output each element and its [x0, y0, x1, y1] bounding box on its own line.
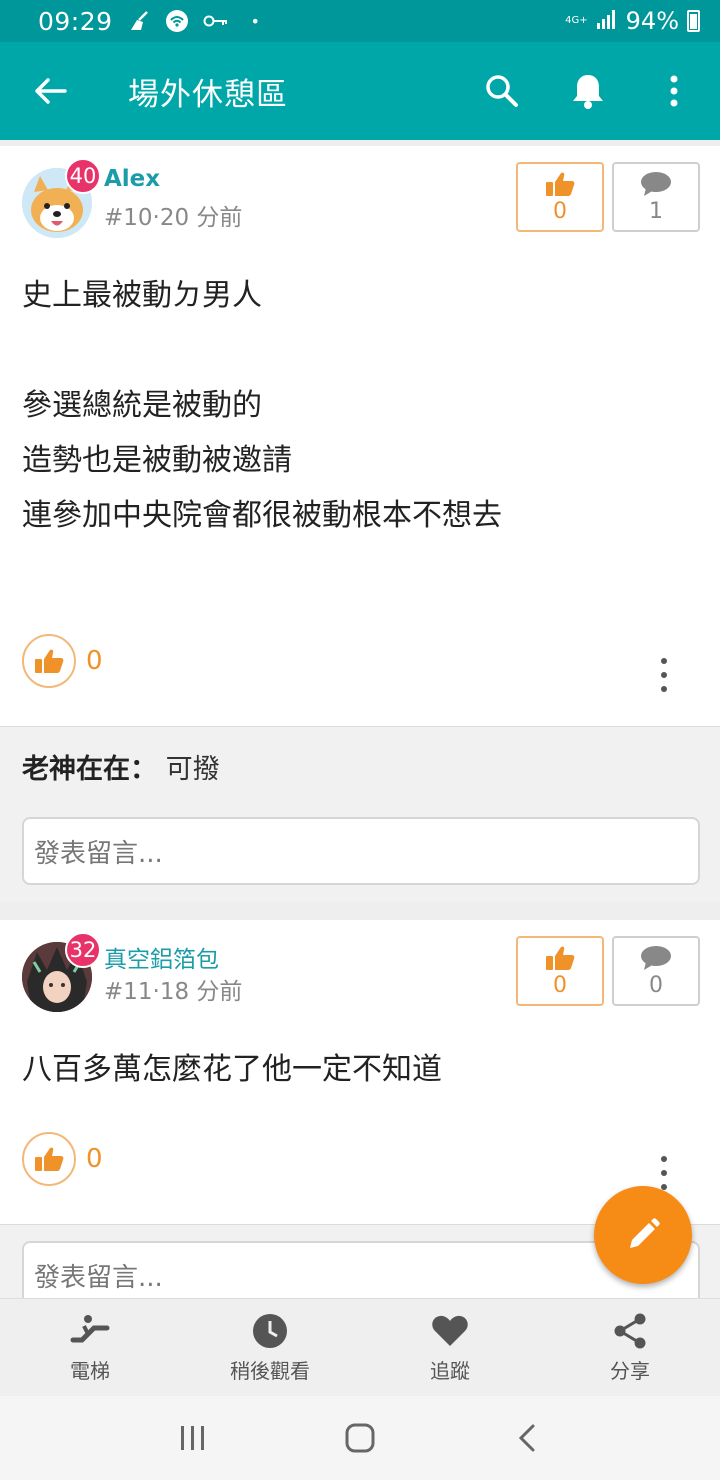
thumb-up-icon	[546, 946, 575, 970]
app-bar: 場外休憩區	[0, 42, 720, 140]
network-type: 4G+	[565, 15, 588, 26]
more-vert-icon[interactable]	[652, 1156, 676, 1190]
recent-apps-icon[interactable]	[163, 1408, 223, 1468]
search-icon[interactable]	[474, 63, 530, 119]
level-badge: 32	[65, 932, 101, 968]
page-title: 場外休憩區	[128, 76, 288, 113]
comment-count-value: 0	[649, 973, 663, 998]
post-meta: #11‧18 分前	[104, 979, 243, 1005]
more-vert-icon[interactable]	[646, 63, 702, 119]
back-arrow-icon[interactable]	[18, 59, 82, 123]
nav-label: 電梯	[70, 1359, 110, 1383]
like-circle-button[interactable]	[22, 634, 76, 688]
nav-label: 追蹤	[430, 1359, 470, 1383]
comment-icon	[641, 172, 671, 196]
like-count-value: 0	[553, 199, 567, 224]
thumb-up-icon	[35, 649, 64, 673]
status-bar: 09:29 • 4G+ 94%	[0, 0, 720, 42]
like-button[interactable]: 0	[516, 936, 604, 1006]
battery-percent: 94%	[625, 7, 679, 35]
nav-follow[interactable]: 追蹤	[360, 1299, 540, 1396]
shield-wifi-icon	[165, 9, 189, 33]
escalator-icon	[70, 1311, 110, 1351]
level-badge: 40	[65, 158, 101, 194]
clock-icon	[252, 1311, 288, 1351]
nav-label: 稍後觀看	[230, 1359, 310, 1383]
system-nav-bar	[0, 1396, 720, 1480]
bell-icon[interactable]	[560, 63, 616, 119]
author-name[interactable]: 真空鋁箔包	[104, 940, 219, 974]
comment-input[interactable]: 發表留言...	[22, 817, 700, 885]
reply-item: 老神在在： 可撥	[22, 747, 220, 786]
thumb-up-icon	[546, 172, 575, 196]
home-icon[interactable]	[330, 1408, 390, 1468]
comment-button[interactable]: 1	[612, 162, 700, 232]
comment-count-value: 1	[649, 199, 663, 224]
like-count: 0	[86, 646, 103, 676]
thumb-up-icon	[35, 1147, 64, 1171]
comment-section: 老神在在： 可撥 發表留言...	[0, 726, 720, 902]
reply-text: 可撥	[165, 754, 220, 785]
more-vert-icon[interactable]	[652, 658, 676, 692]
like-button[interactable]: 0	[516, 162, 604, 232]
comment-button[interactable]: 0	[612, 936, 700, 1006]
post-content: 八百多萬怎麼花了他一定不知道	[22, 1052, 442, 1087]
notification-dot-icon: •	[250, 11, 260, 31]
signal-icon	[596, 7, 618, 35]
post-card: 40 Alex #10‧20 分前 0 1 史上最被動ㄉ男人 參選總統是被動的 …	[0, 146, 720, 726]
compose-button[interactable]	[594, 1186, 692, 1284]
nav-watch-later[interactable]: 稍後觀看	[180, 1299, 360, 1396]
status-time: 09:29	[38, 6, 113, 36]
heart-icon	[431, 1311, 469, 1351]
post-content: 史上最被動ㄉ男人 參選總統是被動的 造勢也是被動被邀請 連參加中央院會都很被動根…	[22, 278, 502, 533]
bottom-nav: 電梯 稍後觀看 追蹤 分享	[0, 1298, 720, 1396]
broom-icon	[127, 10, 151, 32]
pencil-icon	[630, 1218, 660, 1248]
share-icon	[612, 1311, 648, 1351]
like-count-value: 0	[553, 973, 567, 998]
key-icon	[203, 14, 229, 28]
like-circle-button[interactable]	[22, 1132, 76, 1186]
nav-elevator[interactable]: 電梯	[0, 1299, 180, 1396]
nav-share[interactable]: 分享	[540, 1299, 720, 1396]
author-name[interactable]: Alex	[104, 166, 160, 192]
nav-label: 分享	[610, 1359, 650, 1383]
comment-icon	[641, 946, 671, 970]
reply-author[interactable]: 老神在在：	[22, 754, 157, 785]
post-card: 32 真空鋁箔包 #11‧18 分前 0 0 八百多萬怎麼花了他一定不知道 0	[0, 920, 720, 1224]
battery-icon	[687, 10, 700, 32]
like-count: 0	[86, 1144, 103, 1174]
post-meta: #10‧20 分前	[104, 205, 243, 231]
back-icon[interactable]	[497, 1408, 557, 1468]
